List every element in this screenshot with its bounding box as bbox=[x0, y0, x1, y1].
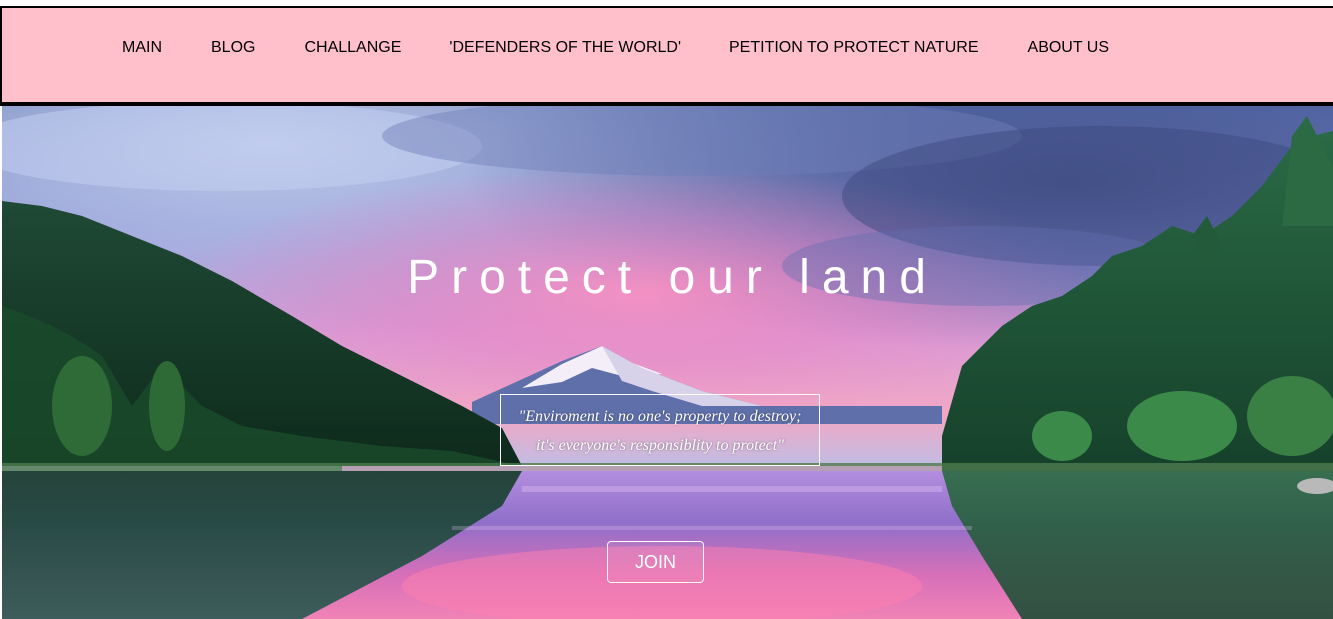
nav-menu: MAIN BLOG CHALLANGE 'DEFENDERS OF THE WO… bbox=[122, 39, 1109, 57]
quote-box: "Enviroment is no one's property to dest… bbox=[500, 394, 820, 466]
top-navigation-bar: MAIN BLOG CHALLANGE 'DEFENDERS OF THE WO… bbox=[0, 6, 1333, 106]
nav-item-blog[interactable]: BLOG bbox=[211, 39, 255, 57]
quote-line-1: "Enviroment is no one's property to dest… bbox=[518, 408, 802, 425]
nav-item-about-us[interactable]: ABOUT US bbox=[1028, 39, 1110, 57]
nav-item-main[interactable]: MAIN bbox=[122, 39, 162, 57]
hero-title: Protect our land bbox=[407, 251, 938, 304]
nav-item-challange[interactable]: CHALLANGE bbox=[304, 39, 401, 57]
hero-section: Protect our land "Enviroment is no one's… bbox=[2, 106, 1333, 619]
quote-line-2: it's everyone's responsiblity to protect… bbox=[536, 437, 784, 454]
join-button[interactable]: JOIN bbox=[607, 541, 704, 583]
nav-item-petition[interactable]: PETITION TO PROTECT NATURE bbox=[729, 39, 979, 57]
nav-item-defenders-of-the-world[interactable]: 'DEFENDERS OF THE WORLD' bbox=[449, 39, 681, 57]
